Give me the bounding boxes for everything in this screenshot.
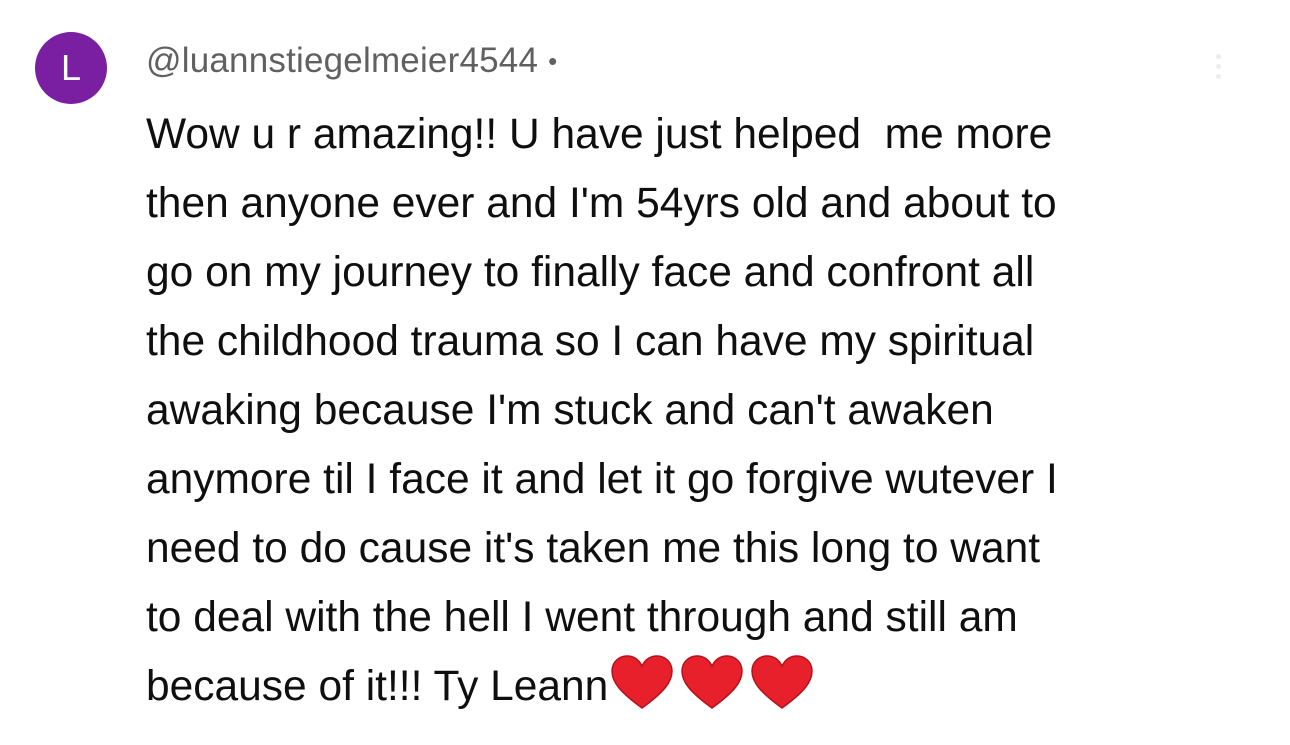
comment-line: the childhood trauma so I can have my sp…	[146, 318, 1035, 365]
more-vert-icon	[1215, 63, 1221, 69]
emoji-group	[610, 654, 820, 731]
avatar-letter: L	[60, 47, 82, 88]
comment-line: then anyone ever and I'm 54yrs old and a…	[146, 180, 1057, 227]
comment-line-text: because of it!!! Ty Leann	[146, 663, 609, 710]
more-vert-icon	[1215, 73, 1221, 79]
comment-header: @luannstiegelmeier4544 •	[146, 38, 557, 84]
more-vert-icon	[1215, 53, 1221, 59]
comment-line: to deal with the hell I went through and…	[146, 594, 1018, 641]
comment-card: L @luannstiegelmeier4544 • Wow u r amazi…	[0, 0, 1290, 745]
red-heart-icon	[681, 655, 744, 709]
author-handle[interactable]: @luannstiegelmeier4544	[146, 41, 538, 81]
header-separator: •	[548, 45, 558, 76]
more-options-button[interactable]	[1200, 46, 1236, 86]
comment-line: awaking because I'm stuck and can't awak…	[146, 387, 994, 434]
red-heart-icon	[611, 655, 674, 709]
comment-line: anymore til I face it and let it go forg…	[146, 456, 1058, 503]
comment-line: go on my journey to finally face and con…	[146, 249, 1035, 296]
comment-line: need to do cause it's taken me this long…	[146, 525, 1041, 572]
comment-text: Wow u r amazing!! U have just helped me …	[146, 100, 1236, 721]
red-heart-icon	[751, 655, 814, 709]
comment-line: Wow u r amazing!! U have just helped me …	[146, 111, 1053, 158]
avatar[interactable]: L	[35, 32, 107, 104]
comment-line-last: because of it!!! Ty Leann	[146, 652, 1236, 721]
